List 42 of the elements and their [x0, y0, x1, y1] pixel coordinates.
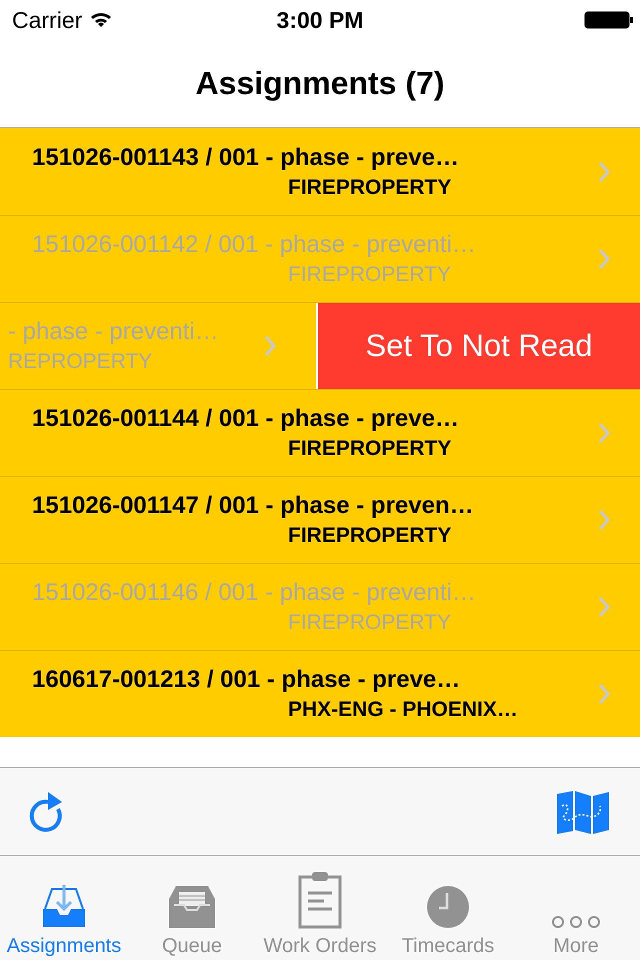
- tab-item[interactable]: Queue: [128, 856, 256, 960]
- carrier-label: Carrier: [12, 6, 82, 34]
- chevron-icon: [598, 248, 610, 270]
- tab-item[interactable]: More: [512, 856, 640, 960]
- chevron-icon: [264, 335, 276, 357]
- assignment-subtitle: FIREPROPERTY: [287, 437, 452, 461]
- assignment-title: 160617-001213 / 001 - phase - preve…: [32, 666, 462, 694]
- assignment-subtitle: FIREPROPERTY: [287, 611, 452, 635]
- set-not-read-button[interactable]: Set To Not Read: [316, 303, 640, 389]
- nav-title: Assignments (7): [196, 65, 444, 102]
- assignment-row[interactable]: 151026-001143 / 001 - phase - preve… FIREPROPERTY: [0, 128, 640, 215]
- assignment-title: 151026-001143 / 001 - phase - preve…: [32, 144, 460, 172]
- assignment-subtitle: PHX-ENG - PHOENIX…: [287, 698, 519, 722]
- assignment-subtitle: FIREPROPERTY: [287, 524, 452, 548]
- clipboard-icon: [298, 871, 342, 929]
- assignment-title: 151026-001144 / 001 - phase - preve…: [32, 405, 460, 433]
- assignment-title: 151026-001147 / 001 - phase - preven…: [32, 492, 475, 520]
- chevron-icon: [598, 160, 610, 182]
- chevron-icon: [598, 422, 610, 444]
- clock-icon: [426, 885, 470, 929]
- inbox-download-icon: [41, 883, 87, 929]
- map-icon[interactable]: [556, 790, 610, 834]
- chevron-icon: [598, 596, 610, 618]
- tab-item[interactable]: Assignments: [0, 856, 128, 960]
- assignment-row[interactable]: - phase - preventi… REPROPERTY Set To Not Read: [0, 302, 640, 389]
- more-icon: [551, 915, 601, 929]
- status-time: 3:00 PM: [276, 6, 364, 34]
- battery-icon: [584, 11, 634, 29]
- wifi-icon: [90, 12, 112, 28]
- assignment-title: 151026-001146 / 001 - phase - preventi…: [32, 579, 477, 607]
- tab-item[interactable]: Timecards: [384, 856, 512, 960]
- tab-item[interactable]: Work Orders: [256, 856, 384, 960]
- assignment-subtitle: FIREPROPERTY: [287, 263, 452, 287]
- assignment-subtitle: FIREPROPERTY: [287, 176, 452, 200]
- chevron-icon: [598, 509, 610, 531]
- assignment-title: - phase - preventi…: [8, 318, 220, 346]
- assignment-row[interactable]: 151026-001144 / 001 - phase - preve… FIREPROPERTY: [0, 389, 640, 476]
- chevron-icon: [598, 683, 610, 705]
- assignment-subtitle: REPROPERTY: [8, 350, 154, 374]
- assignment-title: 151026-001142 / 001 - phase - preventi…: [32, 231, 477, 259]
- file-tray-icon: [168, 885, 216, 929]
- assignment-row[interactable]: 151026-001147 / 001 - phase - preven… FIREPROPERTY: [0, 476, 640, 563]
